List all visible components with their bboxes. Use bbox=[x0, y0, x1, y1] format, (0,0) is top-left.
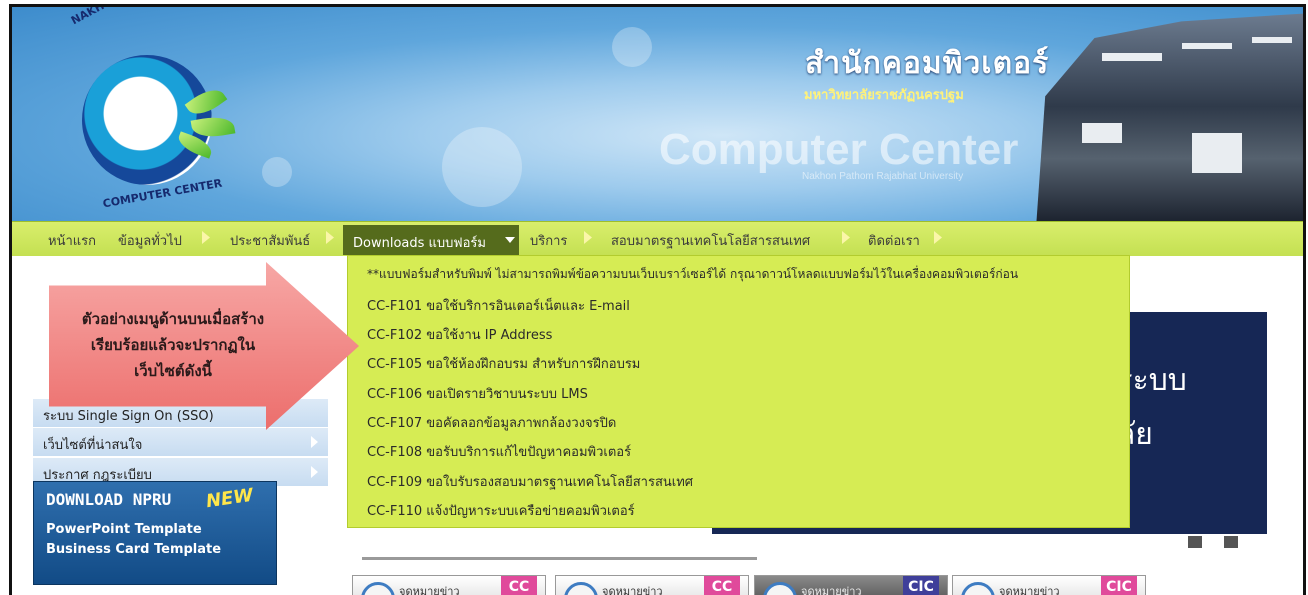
dropdown-item-cc-f110[interactable]: CC-F110 แจ้งปัญหาระบบเครือข่ายคอมพิวเตอร… bbox=[367, 500, 635, 521]
download-template-banner[interactable]: DOWNLOAD NPRU NEW PowerPoint Template Bu… bbox=[33, 481, 277, 585]
newsletter-label: จดหมายข่าว bbox=[801, 585, 862, 595]
banner-line: Business Card Template bbox=[46, 542, 222, 557]
newsletter-logo-icon bbox=[564, 582, 598, 595]
callout-line: ตัวอย่างเมนูด้านบนเมื่อสร้าง bbox=[81, 310, 265, 328]
newsletter-logo-icon bbox=[961, 582, 995, 595]
slider-dot-active[interactable] bbox=[1206, 536, 1220, 548]
nav-downloads-forms[interactable]: Downloads แบบฟอร์ม bbox=[343, 225, 519, 255]
new-badge: NEW bbox=[204, 484, 255, 513]
newsletter-card[interactable]: จดหมายข่าว CC bbox=[352, 575, 546, 595]
newsletter-badge: CC bbox=[704, 576, 740, 595]
banner-line: PowerPoint Template bbox=[46, 522, 202, 537]
chevron-right-icon bbox=[311, 436, 318, 448]
newsletter-badge: CC bbox=[501, 576, 537, 595]
slider-dot[interactable] bbox=[1224, 536, 1238, 548]
building-photo bbox=[1036, 13, 1303, 221]
newsletter-logo-icon bbox=[361, 582, 395, 595]
nav-about[interactable]: ข้อมูลทั่วไป bbox=[118, 230, 182, 251]
nav-it-exam[interactable]: สอบมาตรฐานเทคโนโลยีสารสนเทศ bbox=[611, 230, 810, 251]
sidebar-item-label: เว็บไซต์ที่น่าสนใจ bbox=[43, 438, 143, 453]
sidebar-item-interesting-sites[interactable]: เว็บไซต์ที่น่าสนใจ bbox=[33, 428, 328, 457]
newsletter-label: จดหมายข่าว bbox=[999, 585, 1060, 595]
newsletter-card[interactable]: จดหมายข่าว CIC bbox=[754, 575, 948, 595]
nav-services[interactable]: บริการ bbox=[530, 230, 567, 251]
newsletter-badge: CIC bbox=[1101, 576, 1137, 595]
site-subtitle-thai: มหาวิทยาลัยราชภัฏนครปฐม bbox=[804, 88, 964, 103]
nav-public-relations[interactable]: ประชาสัมพันธ์ bbox=[230, 230, 310, 251]
newsletter-logo-icon bbox=[763, 582, 797, 595]
dropdown-item-cc-f101[interactable]: CC-F101 ขอใช้บริการอินเตอร์เน็ตและ E-mai… bbox=[367, 295, 630, 316]
dropdown-item-cc-f102[interactable]: CC-F102 ขอใช้งาน IP Address bbox=[367, 324, 552, 345]
newsletter-label: จดหมายข่าว bbox=[602, 585, 663, 595]
decor-bubble bbox=[612, 27, 652, 67]
newsletter-card[interactable]: จดหมายข่าว CC bbox=[555, 575, 749, 595]
dropdown-item-cc-f106[interactable]: CC-F106 ขอเปิดรายวิชาบนระบบ LMS bbox=[367, 383, 588, 404]
site-title-thai: สำนักคอมพิวเตอร์ bbox=[805, 46, 1050, 81]
nav-downloads-label: Downloads แบบฟอร์ม bbox=[353, 236, 486, 251]
sidebar-item-label: ระบบ Single Sign On (SSO) bbox=[43, 409, 214, 424]
content-divider bbox=[362, 557, 757, 560]
chevron-right-icon bbox=[311, 466, 318, 478]
site-title-english: Computer Center bbox=[659, 125, 1019, 174]
nav-contact[interactable]: ติดต่อเรา bbox=[868, 230, 920, 251]
newsletter-label: จดหมายข่าว bbox=[399, 585, 460, 595]
slider-dot[interactable] bbox=[1188, 536, 1202, 548]
caret-down-icon bbox=[505, 237, 515, 243]
dropdown-item-cc-f109[interactable]: CC-F109 ขอใบรับรองสอบมาตรฐานเทคโนโลยีสาร… bbox=[367, 471, 693, 492]
site-subtitle-english: Nakhon Pathom Rajabhat University bbox=[802, 171, 964, 182]
newsletter-card[interactable]: จดหมายข่าว CIC bbox=[952, 575, 1146, 595]
dropdown-item-cc-f105[interactable]: CC-F105 ขอใช้ห้องฝึกอบรม สำหรับการฝึกอบร… bbox=[367, 353, 640, 374]
callout-line: เว็บไซต์ดังนี้ bbox=[134, 362, 212, 380]
nav-home[interactable]: หน้าแรก bbox=[48, 230, 96, 251]
dropdown-item-cc-f108[interactable]: CC-F108 ขอรับบริการแก้ไขปัญหาคอมพิวเตอร์ bbox=[367, 441, 631, 462]
newsletter-badge: CIC bbox=[903, 576, 939, 595]
downloads-dropdown-menu: **แบบฟอร์มสำหรับพิมพ์ ไม่สามารถพิมพ์ข้อค… bbox=[347, 255, 1130, 528]
decor-bubble bbox=[442, 127, 522, 207]
dropdown-item-cc-f107[interactable]: CC-F107 ขอคัดลอกข้อมูลภาพกล้องวงจรปิด bbox=[367, 412, 616, 433]
browser-viewport: NAKHON PATHOM RAJABHAT UNIVERSITY COMPUT… bbox=[9, 4, 1306, 595]
callout-line: เรียบร้อยแล้วจะปรากฏใน bbox=[90, 336, 256, 354]
decor-bubble bbox=[262, 157, 292, 187]
site-header: NAKHON PATHOM RAJABHAT UNIVERSITY COMPUT… bbox=[12, 7, 1303, 221]
dropdown-note: **แบบฟอร์มสำหรับพิมพ์ ไม่สามารถพิมพ์ข้อค… bbox=[367, 267, 1019, 281]
logo-arc-text: NAKHON PATHOM RAJABHAT UNIVERSITY bbox=[69, 7, 299, 27]
callout-text: ตัวอย่างเมนูด้านบนเมื่อสร้าง เรียบร้อยแล… bbox=[66, 306, 280, 384]
banner-title: DOWNLOAD NPRU bbox=[46, 490, 172, 509]
